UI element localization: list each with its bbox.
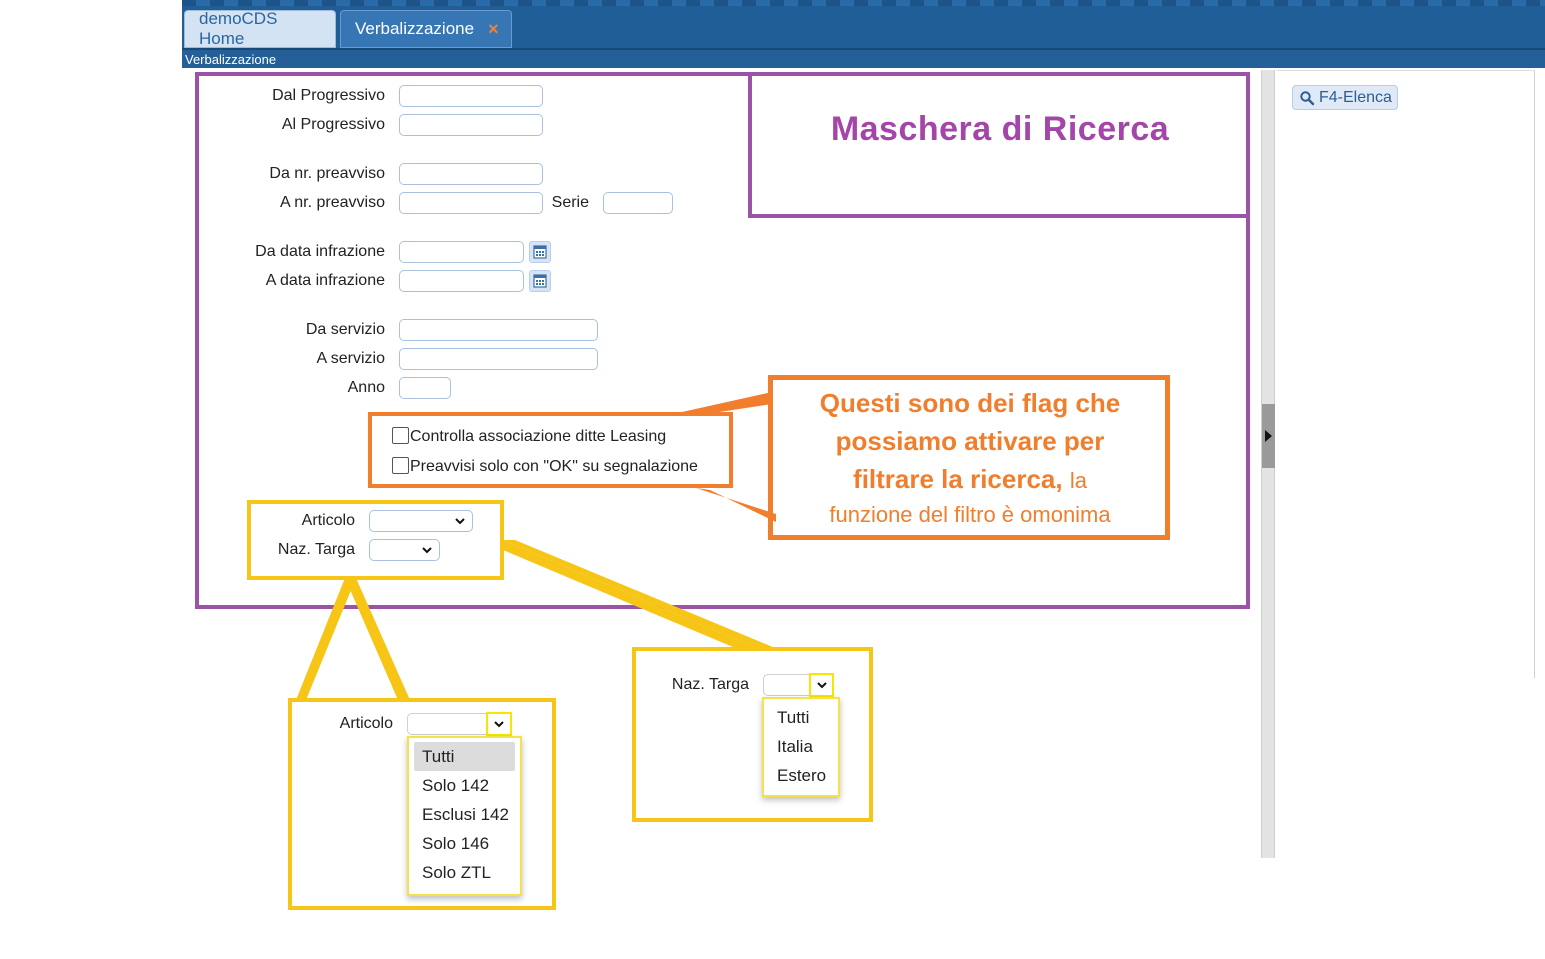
label-naz-targa-callout: Naz. Targa (671, 676, 749, 693)
articolo-select[interactable] (369, 510, 473, 532)
dropdown-option[interactable]: Estero (769, 761, 833, 790)
label-naz-targa: Naz. Targa (277, 541, 355, 558)
dropdown-option[interactable]: Solo 142 (414, 771, 515, 800)
label-articolo: Articolo (301, 512, 355, 529)
dropdown-option[interactable]: Solo 146 (414, 829, 515, 858)
dropdown-option[interactable]: Tutti (769, 703, 833, 732)
chevron-down-icon[interactable] (486, 712, 512, 736)
label-articolo-callout: Articolo (339, 715, 393, 732)
articolo-dropdown-list: Tutti Solo 142 Esclusi 142 Solo 146 Solo… (407, 736, 522, 896)
dropdown-option[interactable]: Tutti (414, 742, 515, 771)
dropdown-option[interactable]: Solo ZTL (414, 858, 515, 887)
naz-targa-dropdown-list: Tutti Italia Estero (762, 697, 840, 797)
naz-targa-select[interactable] (369, 539, 440, 561)
chevron-down-icon (422, 547, 432, 554)
chevron-down-icon[interactable] (809, 673, 834, 697)
chevron-down-icon (455, 518, 465, 525)
dropdown-option[interactable]: Italia (769, 732, 833, 761)
dropdown-option[interactable]: Esclusi 142 (414, 800, 515, 829)
